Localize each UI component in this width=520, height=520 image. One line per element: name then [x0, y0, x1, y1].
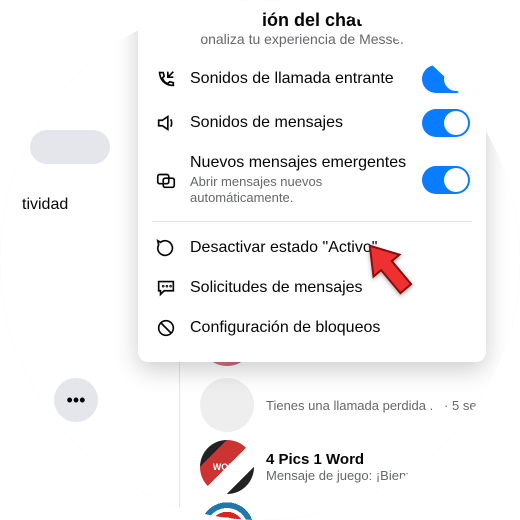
- avatar: WORD: [200, 440, 254, 494]
- conversation-text: 4 Pics 1 Word Mensaje de juego: ¡Bienven…: [266, 451, 445, 483]
- row-message-sounds[interactable]: Sonidos de mensajes: [152, 101, 472, 145]
- block-icon: [154, 316, 178, 340]
- row-label: Desactivar estado "Activo": [190, 238, 470, 258]
- row-label: Sonidos de llamada entrante: [190, 69, 410, 89]
- conversation-time: · 5 se: [444, 398, 477, 413]
- popup-window-icon: [154, 168, 178, 192]
- popup-subtitle: onaliza tu experiencia de Messenge: [152, 31, 472, 47]
- avatar: [200, 502, 254, 520]
- dots-icon: •••: [67, 390, 86, 411]
- divider: [152, 221, 472, 222]
- row-label: Sonidos de mensajes: [190, 113, 410, 133]
- row-popup-messages[interactable]: Nuevos mensajes emergentes Abrir mensaje…: [152, 145, 472, 215]
- row-block-settings[interactable]: Configuración de bloqueos: [152, 308, 472, 348]
- row-label: Solicitudes de mensajes: [190, 278, 470, 298]
- conversation-name: 4 Pics 1 Word: [266, 451, 445, 468]
- more-options-button[interactable]: •••: [54, 378, 98, 422]
- avatar: [200, 378, 254, 432]
- toggle-incoming-call[interactable]: [422, 65, 470, 93]
- conversation-row[interactable]: WORD 4 Pics 1 Word Mensaje de juego: ¡Bi…: [200, 440, 445, 494]
- conversation-preview: Tienes una llamada perdida .: [266, 398, 433, 413]
- row-label: Configuración de bloqueos: [190, 318, 470, 338]
- toggle-popup-messages[interactable]: [422, 166, 470, 194]
- sidebar-pill: [30, 130, 110, 164]
- conversation-row[interactable]: Darts FRVR In: [200, 502, 367, 520]
- screenshot-stage: tividad ••• ac. Tú: Que tal! · 1 sem Tie…: [0, 0, 520, 520]
- circle-frame: tividad ••• ac. Tú: Que tal! · 1 sem Tie…: [0, 0, 520, 520]
- truncated-badge: ac.: [503, 100, 520, 120]
- row-label: Nuevos mensajes emergentes Abrir mensaje…: [190, 153, 410, 207]
- popup-title: ión del chat: [152, 10, 472, 31]
- speaker-icon: [154, 111, 178, 135]
- pointer-arrow-icon: [356, 236, 426, 306]
- chat-bubble-icon: [154, 236, 178, 260]
- conversation-text: Tienes una llamada perdida . · 5 se: [266, 398, 477, 413]
- row-sublabel: Abrir mensajes nuevos automáticamente.: [190, 174, 410, 207]
- phone-incoming-icon: [154, 67, 178, 91]
- sidebar-activity-label[interactable]: tividad: [22, 196, 68, 214]
- conversation-preview: Mensaje de juego: ¡Bienvenido: [266, 468, 445, 483]
- chat-requests-icon: [154, 276, 178, 300]
- toggle-message-sounds[interactable]: [422, 109, 470, 137]
- chat-settings-popup: ión del chat onaliza tu experiencia de M…: [138, 0, 486, 362]
- conversation-row[interactable]: Tienes una llamada perdida . · 5 se: [200, 378, 477, 432]
- row-incoming-call-sounds[interactable]: Sonidos de llamada entrante: [152, 57, 472, 101]
